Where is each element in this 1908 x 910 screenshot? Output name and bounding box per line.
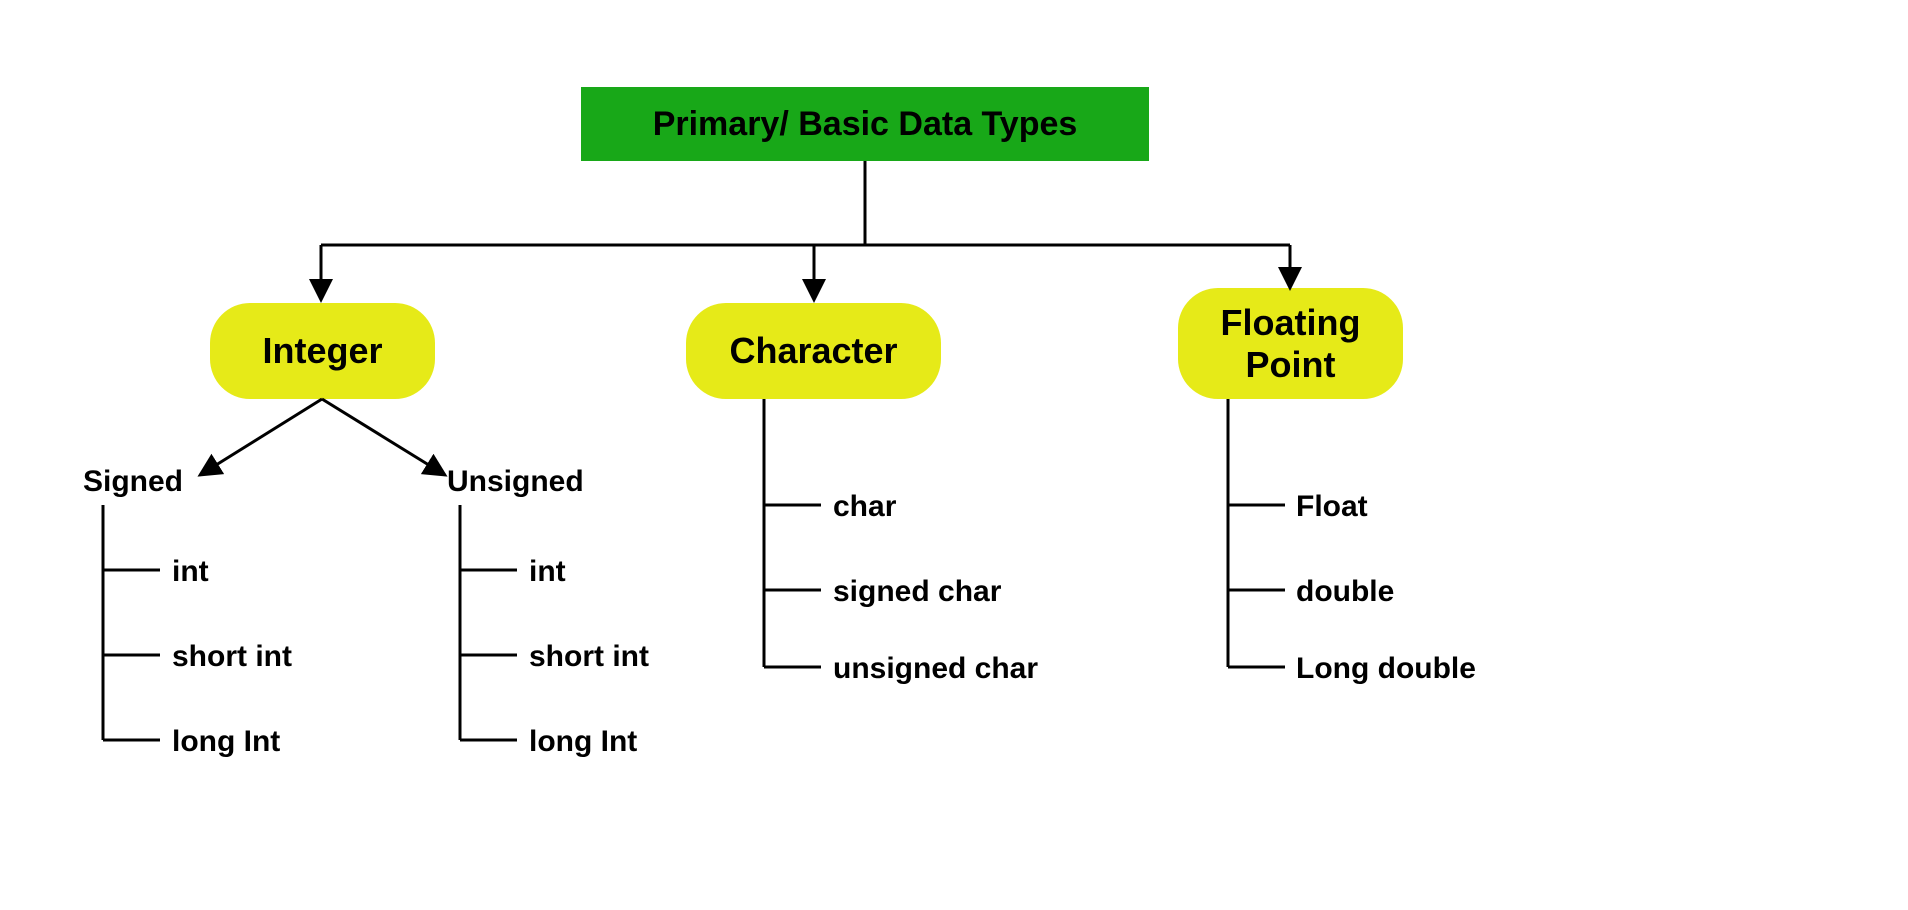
connectors [0, 0, 1908, 910]
diagram-canvas: Primary/ Basic Data Types Integer Charac… [0, 0, 1908, 910]
